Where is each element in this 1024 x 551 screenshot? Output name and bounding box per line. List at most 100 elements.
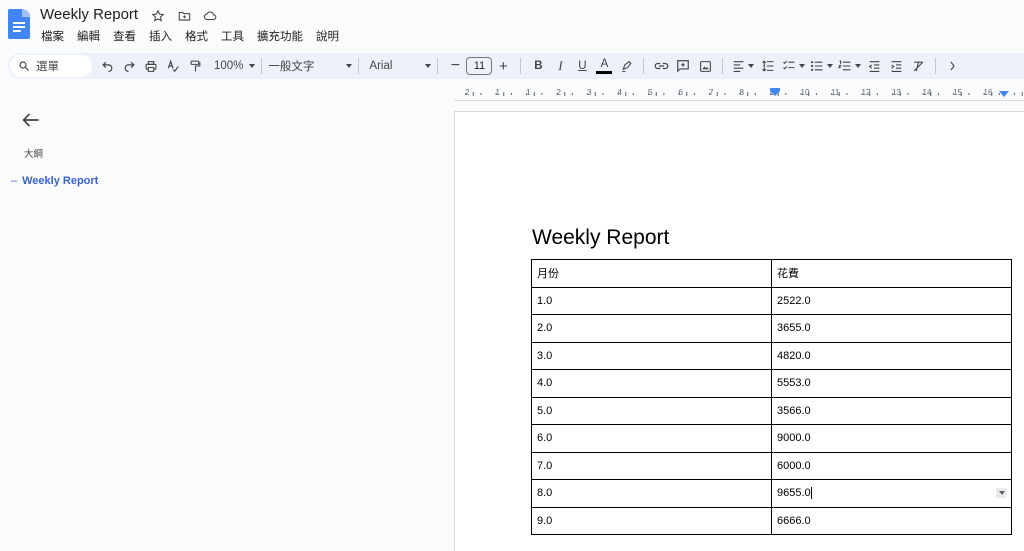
table-header-row: 月份 花費 — [531, 259, 1012, 288]
table-cell[interactable]: 3566.0 — [771, 396, 1012, 425]
checklist-icon[interactable] — [779, 55, 807, 77]
document-title[interactable]: Weekly Report — [40, 6, 138, 23]
zoom-value: 100% — [214, 60, 244, 72]
ruler-number: 6 — [678, 88, 683, 97]
search-menus-label: 選單 — [36, 61, 59, 73]
menu-format[interactable]: 格式 — [185, 28, 208, 44]
italic-icon[interactable]: I — [549, 55, 571, 77]
divider — [358, 58, 360, 74]
table-cell[interactable]: 1.0 — [531, 286, 772, 315]
clear-formatting-icon[interactable] — [907, 55, 929, 77]
table-cell[interactable]: 9655.0 — [771, 479, 1012, 508]
star-icon[interactable] — [148, 6, 168, 26]
table-cell[interactable]: 5.0 — [531, 396, 772, 425]
table-header-cell[interactable]: 花費 — [771, 259, 1012, 288]
table-cell[interactable]: 9.0 — [531, 506, 772, 535]
bulleted-list-icon[interactable] — [807, 55, 835, 77]
outline-item-weekly-report[interactable]: – Weekly Report — [11, 175, 98, 187]
table-cell[interactable]: 3.0 — [531, 341, 772, 370]
table-row: 3.0 4820.0 — [531, 341, 1012, 370]
horizontal-ruler[interactable]: 2112345678910111213141516 — [454, 87, 1024, 101]
table-cell[interactable]: 8.0 — [531, 479, 772, 508]
menu-view[interactable]: 查看 — [113, 28, 136, 44]
page-heading[interactable]: Weekly Report — [532, 226, 669, 250]
menu-file[interactable]: 檔案 — [41, 28, 64, 44]
ruler-number: 5 — [648, 88, 653, 97]
table-header-cell[interactable]: 月份 — [531, 259, 772, 288]
ruler-number: 4 — [617, 88, 622, 97]
font-size-input[interactable]: 11 — [466, 57, 493, 75]
table-cell[interactable]: 6000.0 — [771, 451, 1012, 480]
cloud-saved-icon[interactable] — [200, 6, 220, 26]
search-menus-button[interactable]: 選單 — [10, 55, 92, 77]
bold-icon[interactable]: B — [527, 55, 549, 77]
chevron-down-icon — [249, 64, 256, 68]
table-cell-text: 3.0 — [537, 349, 553, 362]
move-to-folder-icon[interactable] — [174, 6, 194, 26]
docs-logo-icon[interactable] — [8, 9, 30, 39]
zoom-select[interactable]: 100% — [214, 60, 256, 72]
insert-image-icon[interactable] — [694, 55, 716, 77]
ruler-number: 1 — [495, 88, 500, 97]
table-cell[interactable]: 6666.0 — [771, 506, 1012, 535]
toolbar: 選單 100% 一般文字 Arial − 11 + B I U A — [8, 53, 1024, 79]
search-icon — [19, 61, 29, 71]
ruler-number: 10 — [800, 88, 810, 97]
table-cell[interactable]: 4820.0 — [771, 341, 1012, 370]
table-cell[interactable]: 5553.0 — [771, 369, 1012, 398]
spellcheck-icon[interactable] — [162, 55, 184, 77]
align-left-icon[interactable] — [729, 55, 757, 77]
left-indent-marker-icon[interactable] — [769, 87, 781, 97]
cell-options-icon[interactable] — [996, 488, 1007, 498]
menu-extensions[interactable]: 擴充功能 — [257, 28, 303, 44]
text-color-icon[interactable]: A — [593, 55, 615, 77]
data-table[interactable]: 月份 花費 1.0 2522.0 2.0 3655.0 3.0 4820.0 4.0 5553… — [531, 259, 1012, 535]
font-select[interactable]: Arial — [369, 60, 432, 72]
table-cell[interactable]: 4.0 — [531, 369, 772, 398]
table-row: 6.0 9000.0 — [531, 424, 1012, 453]
table-cell[interactable]: 2522.0 — [771, 286, 1012, 315]
paragraph-style-select[interactable]: 一般文字 — [268, 58, 353, 74]
menu-insert[interactable]: 插入 — [149, 28, 172, 44]
right-indent-marker-icon[interactable] — [998, 90, 1010, 98]
table-cell-text: 9655.0 — [777, 487, 811, 500]
table-cell[interactable]: 3655.0 — [771, 314, 1012, 343]
table-cell-text: 9.0 — [537, 514, 553, 527]
numbered-list-icon[interactable] — [835, 55, 863, 77]
insert-link-icon[interactable] — [650, 55, 672, 77]
table-cell-text: 6.0 — [537, 432, 553, 445]
menu-help[interactable]: 說明 — [316, 28, 339, 44]
increase-indent-icon[interactable] — [885, 55, 907, 77]
underline-icon[interactable]: U — [571, 55, 593, 77]
menu-bar: 檔案 編輯 查看 插入 格式 工具 擴充功能 說明 — [41, 28, 352, 44]
decrease-indent-icon[interactable] — [863, 55, 885, 77]
ruler-number: 2 — [465, 88, 470, 97]
back-arrow-icon[interactable] — [22, 112, 40, 133]
highlight-color-icon[interactable] — [615, 55, 637, 77]
table-cell[interactable]: 7.0 — [531, 451, 772, 480]
add-comment-icon[interactable] — [672, 55, 694, 77]
table-cell[interactable]: 9000.0 — [771, 424, 1012, 453]
paint-format-icon[interactable] — [184, 55, 206, 77]
print-icon[interactable] — [140, 55, 162, 77]
line-spacing-icon[interactable] — [757, 55, 779, 77]
ruler-number: 7 — [709, 88, 714, 97]
table-cell[interactable]: 6.0 — [531, 424, 772, 453]
table-cell-text: 2522.0 — [777, 294, 811, 307]
decrease-font-size-icon[interactable]: − — [444, 55, 466, 77]
ruler-number: 11 — [831, 88, 840, 97]
table-cell-text: 5553.0 — [777, 377, 811, 390]
menu-edit[interactable]: 編輯 — [77, 28, 100, 44]
more-options-icon[interactable] — [942, 55, 964, 77]
table-cell[interactable]: 2.0 — [531, 314, 772, 343]
undo-icon[interactable] — [96, 55, 118, 77]
document-page[interactable]: Weekly Report 月份 花費 1.0 2522.0 2.0 3655.0 3.… — [454, 111, 1024, 551]
table-row: 4.0 5553.0 — [531, 369, 1012, 398]
increase-font-size-icon[interactable]: + — [492, 55, 514, 77]
menu-tools[interactable]: 工具 — [221, 28, 244, 44]
divider — [261, 58, 263, 74]
text-cursor — [810, 487, 812, 500]
divider — [722, 58, 724, 74]
redo-icon[interactable] — [118, 55, 140, 77]
table-cell-text: 1.0 — [537, 294, 553, 307]
